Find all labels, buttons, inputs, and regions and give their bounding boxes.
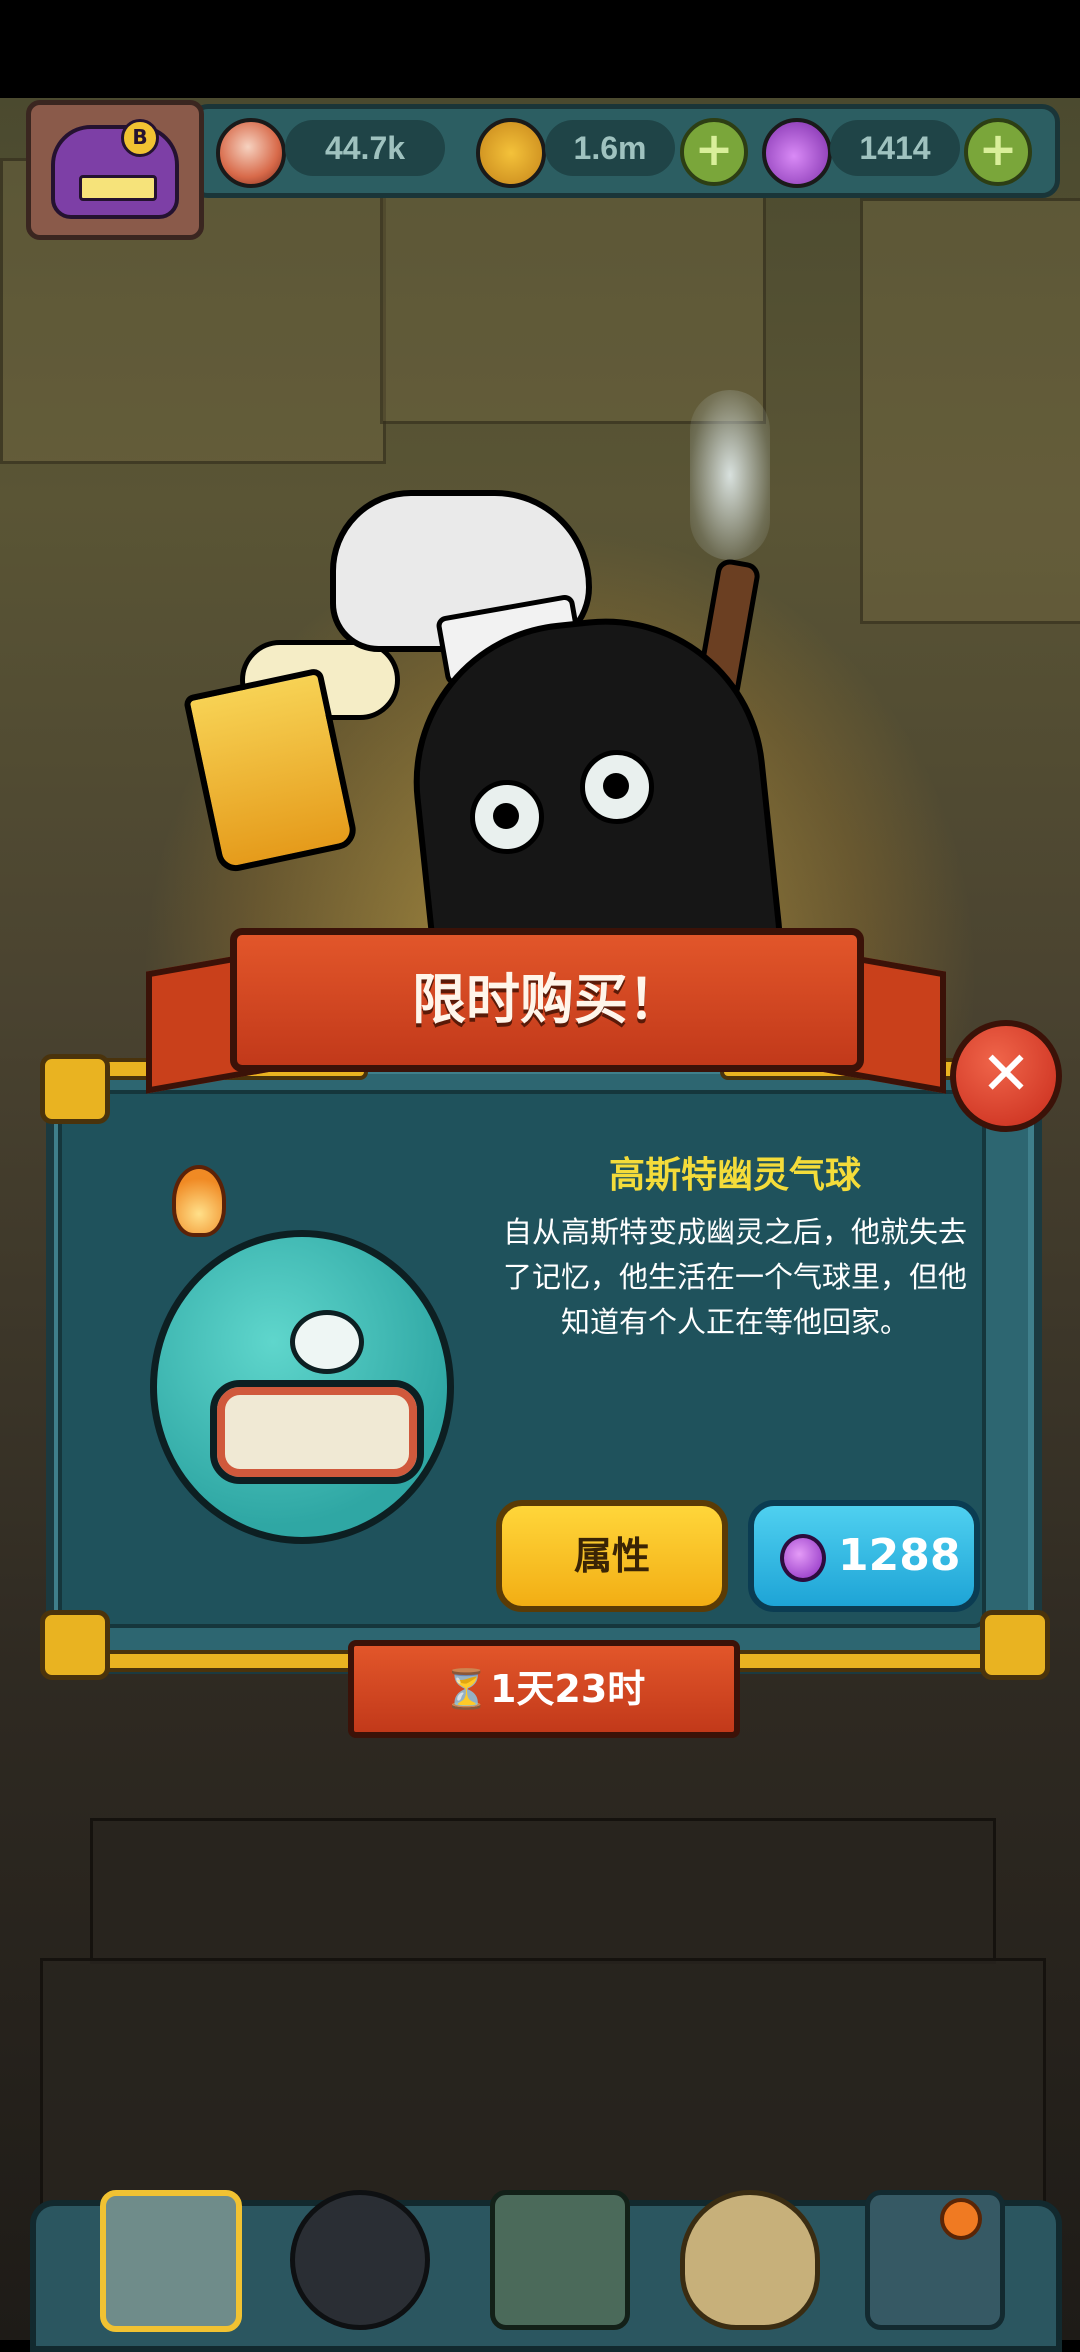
- potion-icon: [780, 1534, 826, 1582]
- avatar-face: B: [51, 119, 179, 219]
- character-eye-left: [470, 780, 544, 854]
- item-description: 自从高斯特变成幽灵之后，他就失去了记忆，他生活在一个气球里，但他知道有个人正在等…: [502, 1215, 967, 1339]
- pupil: [493, 803, 519, 829]
- ghost-mouth: [210, 1380, 424, 1484]
- add-potions-button[interactable]: +: [964, 118, 1032, 186]
- background-building: [860, 198, 1080, 624]
- avatar-rank-badge: B: [121, 119, 159, 157]
- book-icon[interactable]: [490, 2190, 630, 2330]
- coin-icon: [476, 118, 546, 188]
- item-name: 高斯特幽灵气球: [608, 1155, 861, 1196]
- attributes-button[interactable]: 属性: [496, 1500, 728, 1612]
- panel-corner-ornament: [40, 1054, 110, 1124]
- grid-icon[interactable]: [865, 2190, 1005, 2330]
- panel-gold-trim: [730, 1650, 1018, 1672]
- limited-offer-banner: 限时购买！: [230, 928, 864, 1072]
- close-button[interactable]: ✕: [950, 1020, 1062, 1132]
- avatar-teeth: [79, 175, 157, 201]
- panel-corner-ornament: [40, 1610, 110, 1680]
- offer-timer: ⏳1天23时: [348, 1640, 740, 1738]
- price-label: 1288: [838, 1530, 961, 1581]
- panel-corner-ornament: [980, 1610, 1050, 1680]
- player-avatar[interactable]: B: [26, 100, 204, 240]
- add-coins-button[interactable]: +: [680, 118, 748, 186]
- status-bar: [0, 0, 1080, 98]
- notification-badge: [940, 2198, 982, 2240]
- shop-icon[interactable]: [100, 2190, 242, 2332]
- coin-bag-icon[interactable]: [680, 2190, 820, 2330]
- potion-icon: [762, 118, 832, 188]
- flame-icon: [172, 1165, 226, 1237]
- potion-count: 1414: [830, 120, 960, 176]
- eyeball-icon: [216, 118, 286, 188]
- smoke-icon: [690, 390, 770, 560]
- ghost-eye: [290, 1310, 364, 1374]
- character-eye-right: [580, 750, 654, 824]
- background-building: [380, 178, 766, 424]
- buy-button[interactable]: 1288: [748, 1500, 980, 1612]
- monster-icon[interactable]: [290, 2190, 430, 2330]
- coin-count: 1.6m: [545, 120, 675, 176]
- eyeball-count: 44.7k: [285, 120, 445, 176]
- pupil: [603, 773, 629, 799]
- background-floor: [90, 1818, 996, 1964]
